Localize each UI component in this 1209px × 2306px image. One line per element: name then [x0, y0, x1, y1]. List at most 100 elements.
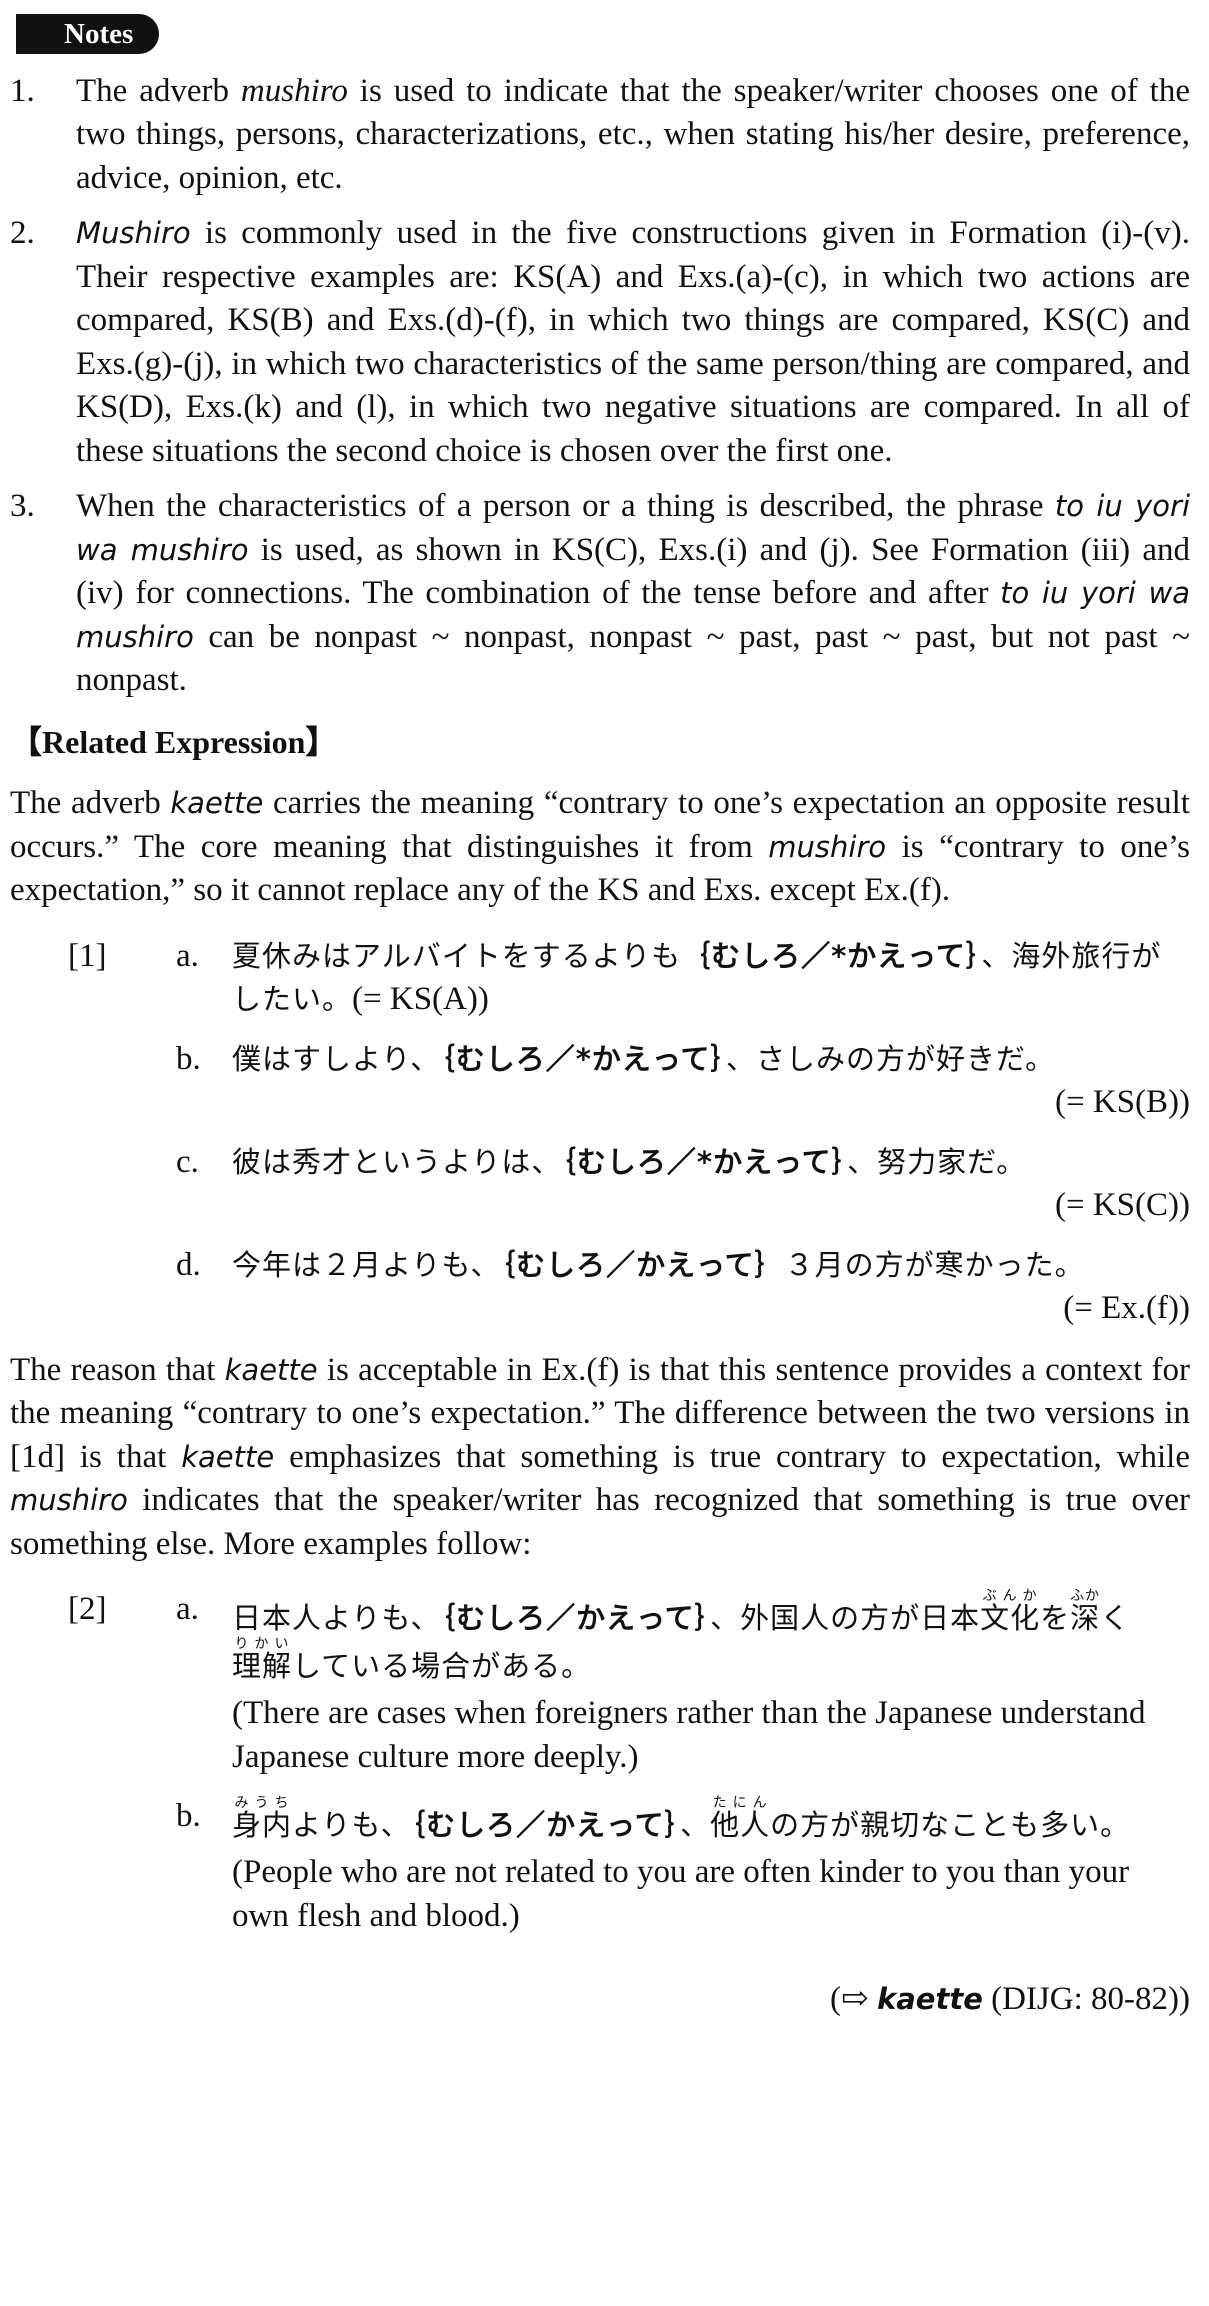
related-paragraph: The adverb kaette carries the meaning “c…: [10, 782, 1190, 913]
jp-choice: ｛むしろ／かえって｝: [440, 1601, 711, 1635]
ref-term[interactable]: kaette: [877, 1982, 983, 2016]
ref-text: (DIJG: 80-82)): [982, 1981, 1190, 2017]
example-1c: c. 彼は秀才というよりは、｛むしろ／*かえって｝、努力家だ。 (= KS(C)…: [10, 1141, 1190, 1228]
example-ref: (= KS(C)): [1054, 1187, 1190, 1223]
kanji: 身内: [232, 1808, 293, 1842]
example-body: 日本人よりも、｛むしろ／かえって｝、外国人の方が日本文化ぶんかを深ふかく理解りか…: [232, 1588, 1190, 1779]
jp-text: ３月の方が寒かった。: [784, 1247, 1085, 1282]
jp-text: 僕はすしより、: [232, 1041, 441, 1076]
example-ref: (= Ex.(f)): [1063, 1290, 1190, 1326]
furigana: たにん: [710, 1795, 771, 1811]
furigana: みうち: [232, 1795, 293, 1811]
furigana: ぶんか: [980, 1588, 1041, 1604]
note-3: 3. When the characteristics of a person …: [10, 485, 1190, 703]
note-number: 2.: [10, 215, 35, 251]
para-term: kaette: [170, 786, 264, 820]
jp-text: 日本人よりも、: [232, 1601, 441, 1635]
example-tag-spacer: [10, 1038, 176, 1125]
example-letter: d.: [176, 1246, 201, 1283]
jp-text: 、努力家だ。: [847, 1144, 1027, 1179]
para-term: mushiro: [10, 1483, 128, 1517]
ruby-fuka: 深ふか: [1070, 1588, 1101, 1635]
note-1: 1. The adverb mushiro is used to indicat…: [10, 70, 1190, 201]
jp-choice: ｛むしろ／かえって｝: [500, 1247, 785, 1282]
note-term: Mushiro: [76, 216, 191, 250]
note-text: When the characteristics of a person or …: [76, 488, 1055, 524]
para-term: kaette: [181, 1439, 275, 1474]
para-text: The adverb: [10, 785, 171, 821]
explanation-paragraph: The reason that kaette is acceptable in …: [10, 1349, 1190, 1567]
example-tag-spacer: [10, 1244, 176, 1331]
example-body: 夏休みはアルバイトをするよりも｛むしろ／*かえって｝、海外旅行がしたい。(= K…: [232, 935, 1190, 1022]
example-body: 彼は秀才というよりは、｛むしろ／*かえって｝、努力家だ。 (= KS(C)): [232, 1141, 1190, 1228]
ruby-rikai: 理解りかい: [232, 1636, 292, 1683]
related-expression-heading: 【Related Expression】: [10, 723, 338, 760]
example-body: 身内みうちよりも、｛むしろ／かえって｝、他人たにんの方が親切なことも多い。 (P…: [232, 1795, 1190, 1938]
example-jp: 彼は秀才というよりは、｛むしろ／*かえって｝、努力家だ。: [232, 1141, 1190, 1185]
example-set-2: [2] a. 日本人よりも、｛むしろ／かえって｝、外国人の方が日本文化ぶんかを深…: [10, 1588, 1190, 1938]
kanji: 文化: [980, 1601, 1041, 1635]
kanji: 深: [1070, 1601, 1101, 1635]
example-set-1: [1] a. 夏休みはアルバイトをするよりも｛むしろ／*かえって｝、海外旅行がし…: [10, 935, 1190, 1331]
example-translation: (People who are not related to you are o…: [232, 1854, 1130, 1934]
ref-text: (: [830, 1981, 842, 2017]
para-text: The reason that: [10, 1351, 225, 1388]
jp-text: 、さしみの方が好きだ。: [725, 1041, 1056, 1076]
example-tag: [2]: [68, 1591, 107, 1627]
example-letter: a.: [176, 937, 199, 974]
ruby-bunka: 文化ぶんか: [980, 1588, 1041, 1635]
note-number: 3.: [10, 488, 35, 524]
jp-choice: ｛むしろ／*かえって｝: [681, 938, 982, 973]
example-1a: [1] a. 夏休みはアルバイトをするよりも｛むしろ／*かえって｝、海外旅行がし…: [10, 935, 1190, 1022]
example-2a: [2] a. 日本人よりも、｛むしろ／かえって｝、外国人の方が日本文化ぶんかを深…: [10, 1588, 1190, 1779]
jp-text: よりも、: [292, 1808, 411, 1842]
jp-text: を: [1040, 1601, 1071, 1635]
note-body: When the characteristics of a person or …: [76, 485, 1190, 703]
jp-text: 今年は２月よりも、: [232, 1247, 501, 1282]
example-jp: 日本人よりも、｛むしろ／かえって｝、外国人の方が日本文化ぶんかを深ふかく理解りか…: [232, 1588, 1190, 1690]
furigana: りかい: [232, 1636, 293, 1652]
cross-reference: (⇨ kaette (DIJG: 80-82)): [10, 1978, 1190, 2022]
example-jp: 身内みうちよりも、｛むしろ／かえって｝、他人たにんの方が親切なことも多い。: [232, 1795, 1190, 1849]
ruby-miuchi: 身内みうち: [232, 1795, 293, 1842]
para-text: emphasizes that something is true contra…: [274, 1438, 1190, 1475]
furigana: ふか: [1070, 1588, 1101, 1604]
kanji: 他人: [710, 1808, 771, 1842]
example-letter: b.: [176, 1040, 201, 1077]
example-letter: b.: [176, 1798, 201, 1834]
jp-text: く: [1100, 1601, 1131, 1635]
notes-label: Notes: [16, 14, 160, 54]
example-body: 今年は２月よりも、｛むしろ／かえって｝３月の方が寒かった。 (= Ex.(f)): [232, 1244, 1190, 1331]
jp-text: 夏休みはアルバイトをするよりも: [232, 938, 682, 973]
jp-text: 、: [680, 1808, 711, 1842]
note-term: mushiro: [240, 72, 348, 109]
jp-text: 、外国人の方が日本: [710, 1601, 981, 1635]
example-translation: (There are cases when foreigners rather …: [232, 1695, 1146, 1775]
jp-text: している場合がある。: [292, 1649, 592, 1683]
notes-list: 1. The adverb mushiro is used to indicat…: [10, 70, 1190, 703]
jp-choice: ｛むしろ／*かえって｝: [561, 1144, 848, 1179]
example-letter: c.: [176, 1143, 199, 1180]
ruby-tanin: 他人たにん: [710, 1795, 771, 1842]
example-ref: (= KS(B)): [1054, 1084, 1190, 1120]
para-text: indicates that the speaker/writer has re…: [10, 1482, 1190, 1562]
note-text: is commonly used in the five constructio…: [76, 215, 1190, 469]
example-ref: (= KS(A)): [352, 981, 489, 1017]
para-term: mushiro: [768, 829, 887, 864]
example-1d: d. 今年は２月よりも、｛むしろ／かえって｝３月の方が寒かった。 (= Ex.(…: [10, 1244, 1190, 1331]
example-2b: b. 身内みうちよりも、｛むしろ／かえって｝、他人たにんの方が親切なことも多い。…: [10, 1795, 1190, 1938]
note-body: The adverb mushiro is used to indicate t…: [76, 70, 1190, 201]
example-jp: 今年は２月よりも、｛むしろ／かえって｝３月の方が寒かった。: [232, 1244, 1190, 1288]
arrow-icon: ⇨: [841, 1981, 869, 2017]
jp-choice: ｛むしろ／*かえって｝: [440, 1041, 726, 1076]
note-body: Mushiro is commonly used in the five con…: [76, 212, 1190, 473]
note-text: The adverb: [76, 72, 241, 109]
example-letter: a.: [176, 1591, 199, 1627]
para-term: kaette: [224, 1352, 318, 1387]
jp-text: の方が親切なことも多い。: [770, 1808, 1131, 1842]
example-tag: [1]: [68, 937, 107, 974]
example-jp: 夏休みはアルバイトをするよりも｛むしろ／*かえって｝、海外旅行がしたい。(= K…: [232, 935, 1190, 1022]
note-2: 2. Mushiro is commonly used in the five …: [10, 212, 1190, 473]
jp-choice: ｛むしろ／かえって｝: [410, 1808, 681, 1842]
example-jp: 僕はすしより、｛むしろ／*かえって｝、さしみの方が好きだ。: [232, 1038, 1190, 1082]
